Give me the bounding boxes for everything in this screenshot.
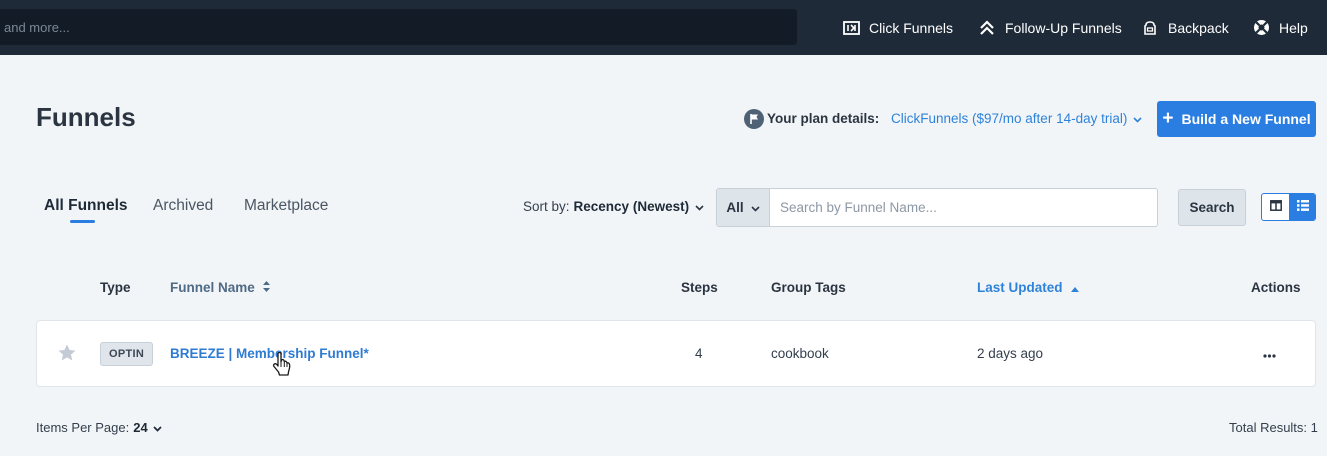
- total-results: Total Results: 1: [1229, 420, 1318, 435]
- column-header-funnel-name[interactable]: Funnel Name: [170, 280, 270, 295]
- column-header-group-tags: Group Tags: [771, 280, 846, 295]
- build-new-funnel-button[interactable]: + Build a New Funnel: [1157, 101, 1316, 137]
- nav-click-funnels-label: Click Funnels: [869, 19, 954, 36]
- column-header-type-label: Type: [100, 280, 131, 295]
- plan-details-value: ClickFunnels ($97/mo after 14-day trial): [891, 111, 1128, 126]
- funnel-search-group: All: [716, 188, 1158, 227]
- items-per-page-label: Items Per Page:: [36, 420, 130, 435]
- backpack-icon: [1141, 19, 1159, 37]
- table-row: OPTIN BREEZE | Membership Funnel* 4 cook…: [36, 320, 1316, 387]
- plus-icon: +: [1162, 107, 1174, 129]
- star-icon: [58, 344, 76, 364]
- funnel-name-link[interactable]: BREEZE | Membership Funnel*: [170, 321, 369, 386]
- top-navbar: Click Funnels Follow-Up Funnels Backpack…: [0, 0, 1327, 55]
- search-button[interactable]: Search: [1178, 189, 1246, 226]
- tab-all-funnels[interactable]: All Funnels: [44, 197, 128, 215]
- column-header-steps: Steps: [681, 280, 718, 295]
- column-header-type: Type: [100, 280, 131, 295]
- sort-label: Sort by:: [523, 199, 570, 214]
- items-per-page-value: 24: [133, 420, 148, 435]
- view-toggle: [1261, 193, 1316, 221]
- favorite-star-button[interactable]: [58, 321, 76, 386]
- grid-view-icon: [1269, 198, 1282, 216]
- row-actions-button[interactable]: [1263, 321, 1276, 386]
- plan-details-label: Your plan details:: [767, 111, 880, 126]
- type-cell: OPTIN: [100, 321, 154, 386]
- type-badge: OPTIN: [100, 341, 154, 366]
- build-new-funnel-label: Build a New Funnel: [1181, 111, 1311, 127]
- column-header-actions: Actions: [1251, 280, 1301, 295]
- tab-marketplace[interactable]: Marketplace: [244, 197, 328, 215]
- global-search-input[interactable]: [0, 9, 797, 45]
- clickfunnels-logo-icon: [842, 19, 860, 37]
- nav-backpack-label: Backpack: [1168, 19, 1229, 36]
- tab-archived[interactable]: Archived: [153, 197, 213, 215]
- list-view-icon: [1296, 198, 1309, 216]
- nav-follow-up-funnels[interactable]: Follow-Up Funnels: [978, 0, 1122, 55]
- column-header-funnel-name-label: Funnel Name: [170, 280, 255, 295]
- funnel-search-input[interactable]: [770, 189, 1157, 226]
- active-tab-indicator: [70, 220, 95, 223]
- sort-both-icon: [262, 280, 270, 295]
- double-chevron-up-icon: [978, 19, 996, 37]
- column-header-group-tags-label: Group Tags: [771, 280, 846, 295]
- grid-view-button[interactable]: [1262, 194, 1289, 220]
- column-header-last-updated-label: Last Updated: [977, 280, 1063, 295]
- sort-asc-icon: [1070, 280, 1079, 295]
- column-header-steps-label: Steps: [681, 280, 718, 295]
- nav-click-funnels[interactable]: Click Funnels: [842, 0, 953, 55]
- plan-details-dropdown[interactable]: ClickFunnels ($97/mo after 14-day trial): [891, 111, 1142, 126]
- nav-follow-up-funnels-label: Follow-Up Funnels: [1005, 19, 1122, 36]
- search-filter-value: All: [726, 200, 744, 215]
- more-horizontal-icon: [1263, 346, 1276, 361]
- search-filter-select[interactable]: All: [717, 189, 770, 226]
- flag-icon: [744, 109, 764, 129]
- chevron-down-icon: [1133, 111, 1142, 126]
- list-view-button[interactable]: [1289, 194, 1315, 220]
- nav-help[interactable]: Help: [1252, 0, 1308, 55]
- chevron-down-icon: [751, 200, 760, 215]
- global-search[interactable]: [0, 9, 797, 45]
- chevron-down-icon: [153, 420, 162, 435]
- sort-value: Recency (Newest): [573, 199, 690, 214]
- items-per-page-dropdown[interactable]: Items Per Page: 24: [36, 420, 162, 435]
- column-header-last-updated[interactable]: Last Updated: [977, 280, 1079, 295]
- column-header-actions-label: Actions: [1251, 280, 1301, 295]
- page-title: Funnels: [36, 102, 136, 132]
- help-lifebuoy-icon: [1252, 19, 1270, 37]
- chevron-down-icon: [695, 199, 704, 214]
- steps-cell: 4: [695, 346, 703, 361]
- nav-help-label: Help: [1279, 19, 1308, 36]
- group-tags-cell: cookbook: [771, 346, 829, 361]
- nav-backpack[interactable]: Backpack: [1141, 0, 1229, 55]
- last-updated-cell: 2 days ago: [977, 346, 1044, 361]
- sort-dropdown[interactable]: Sort by: Recency (Newest): [523, 199, 704, 214]
